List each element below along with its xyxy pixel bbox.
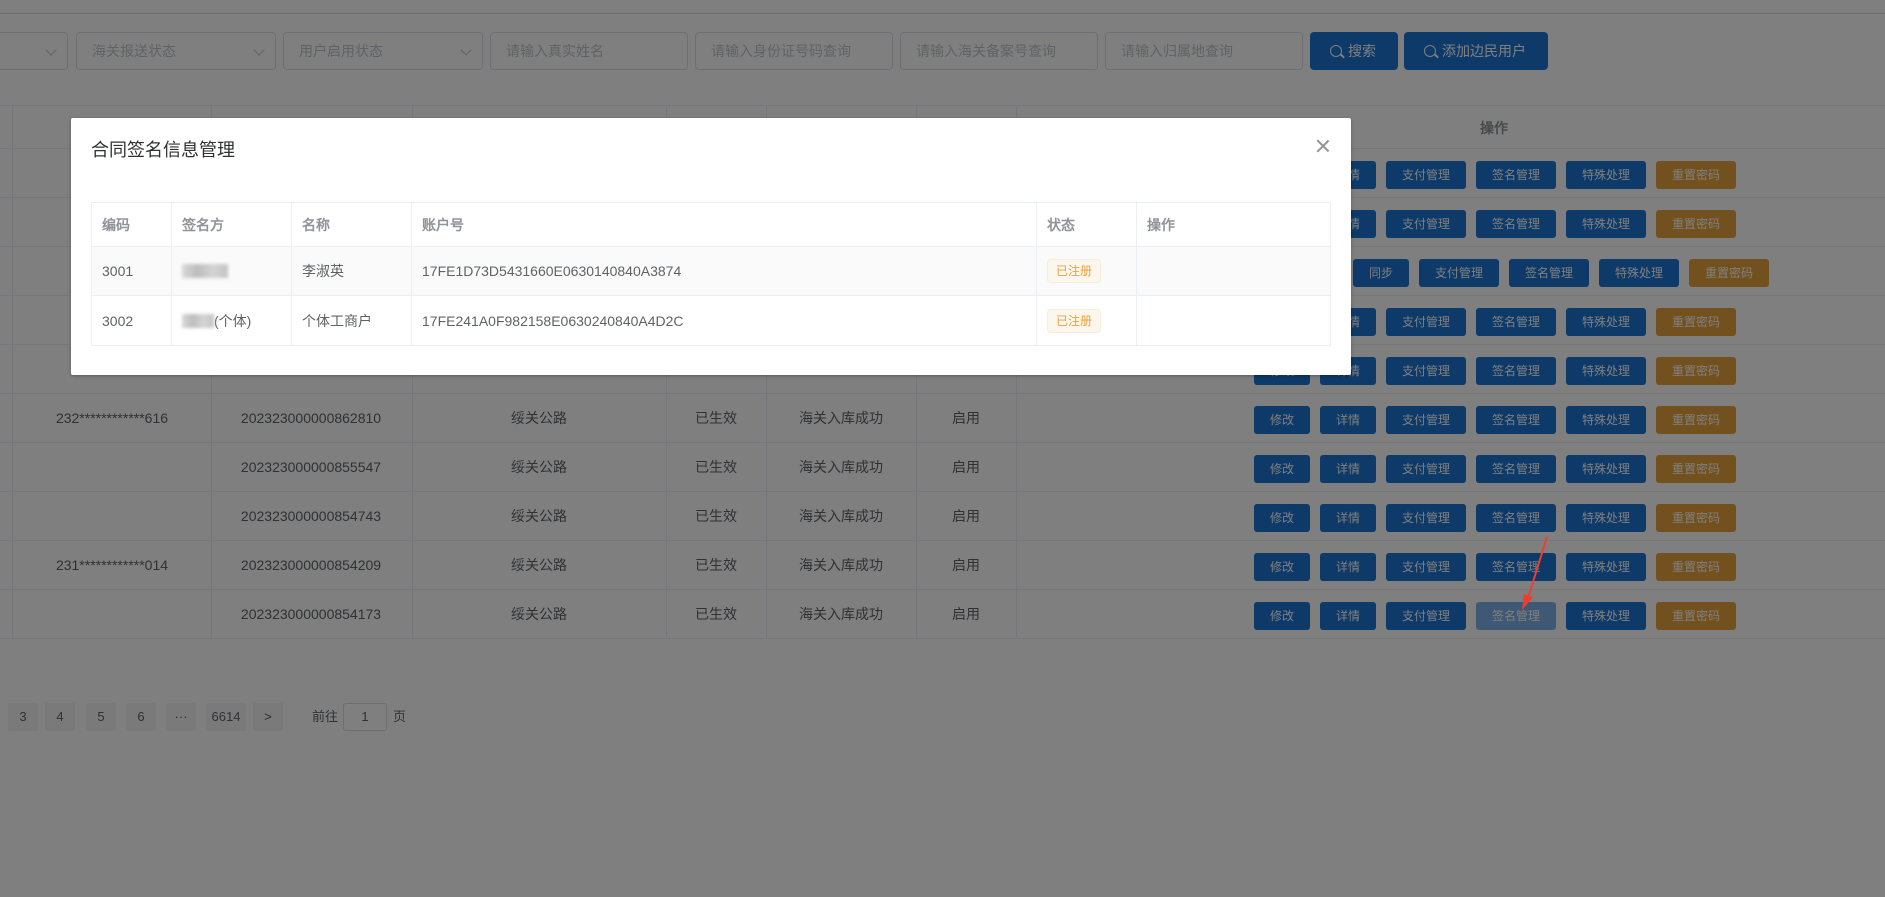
signature-table-header: 编码 签名方 名称 账户号 状态 操作 [92,203,1330,247]
row-status: 已注册 [1037,247,1137,295]
status-badge: 已注册 [1047,259,1102,283]
redacted-name [182,264,228,278]
row-signer: (个体) [172,296,292,345]
redacted-name [182,313,214,328]
row-code: 3002 [92,296,172,345]
signature-table: 编码 签名方 名称 账户号 状态 操作 3001 李淑英 17FE1D73D54… [91,202,1331,346]
row-op [1137,296,1330,345]
col-account: 账户号 [412,203,1037,246]
signature-dialog: 合同签名信息管理 编码 签名方 名称 账户号 状态 操作 3001 李淑英 17… [71,118,1351,375]
row-op [1137,247,1330,295]
signer-suffix: (个体) [214,312,252,329]
table-row: 3001 李淑英 17FE1D73D5431660E0630140840A387… [92,247,1330,296]
col-name: 名称 [292,203,412,246]
table-row: 3002 (个体) 个体工商户 17FE241A0F982158E0630240… [92,296,1330,345]
col-signer: 签名方 [172,203,292,246]
dialog-title: 合同签名信息管理 [91,140,235,160]
col-status: 状态 [1037,203,1137,246]
row-account: 17FE1D73D5431660E0630140840A3874 [412,247,1037,295]
arrow-shaft [1527,536,1548,599]
row-name: 李淑英 [292,247,412,295]
col-code: 编码 [92,203,172,246]
status-badge: 已注册 [1047,308,1102,333]
arrow-head [1522,594,1533,610]
row-status: 已注册 [1037,296,1137,345]
row-code: 3001 [92,247,172,295]
close-icon[interactable] [1315,138,1331,154]
row-signer [172,247,292,295]
col-op: 操作 [1147,216,1175,233]
row-name: 个体工商户 [292,296,412,345]
row-account: 17FE241A0F982158E0630240840A4D2C [412,296,1037,345]
